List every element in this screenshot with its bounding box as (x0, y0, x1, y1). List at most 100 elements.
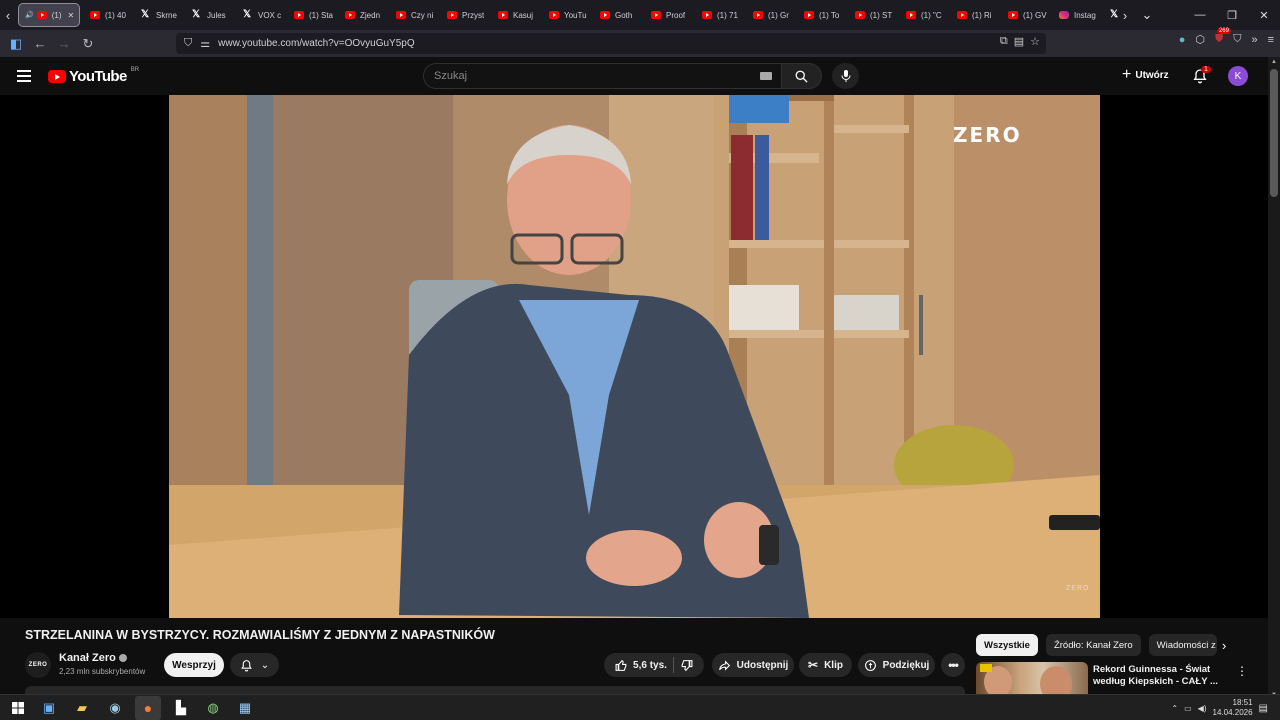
create-button[interactable]: + Utwórz (1122, 67, 1169, 83)
chevron-down-icon: ⌄ (260, 659, 270, 671)
network-icon[interactable]: ▭ (1184, 704, 1192, 713)
browser-tab[interactable]: Czy ni (390, 3, 441, 27)
url-text[interactable]: www.youtube.com/watch?v=OOvyuGuY5pQ (218, 38, 414, 49)
notification-center-icon[interactable]: ▤ (1259, 703, 1268, 714)
browser-tab[interactable]: (1) "C (900, 3, 951, 27)
close-window-icon[interactable]: ✕ (1248, 0, 1280, 30)
scrollbar-thumb[interactable] (1270, 69, 1278, 197)
windows-start-icon[interactable] (9, 699, 27, 717)
browser-tab[interactable]: Kasuj (492, 3, 543, 27)
restore-icon[interactable]: ❐ (1216, 0, 1248, 30)
channel-name-wrap[interactable]: Kanał Zero (59, 652, 127, 664)
page-scrollbar[interactable]: ▲ ▼ (1268, 57, 1280, 700)
notion-icon[interactable]: ▙ (172, 699, 190, 717)
browser-tab[interactable]: (1) 40 (84, 3, 135, 27)
clock[interactable]: 18:51 14.04.2026 (1213, 698, 1253, 718)
browser-tab[interactable]: (1) Sta (288, 3, 339, 27)
browser-tab[interactable]: (1) Ri (951, 3, 1002, 27)
support-button[interactable]: Wesprzyj (164, 653, 224, 677)
browser-tab[interactable]: 𝕏 VOX c (237, 3, 288, 27)
speaker-icon[interactable]: 🔊 (25, 11, 34, 19)
browser-tab[interactable]: Zjedn (339, 3, 390, 27)
thumbnail-image (980, 664, 1072, 694)
share-button[interactable]: Udostępnij (712, 653, 794, 677)
chip-news[interactable]: Wiadomości z (1148, 634, 1217, 656)
overflow-chevron-icon[interactable]: » (1251, 34, 1257, 46)
reader-view-icon[interactable]: ▤ (1014, 35, 1024, 48)
search-input[interactable] (423, 63, 781, 89)
tabs-scroll-left-icon[interactable]: ‹ (0, 0, 16, 30)
volume-icon[interactable]: ◀) (1198, 704, 1207, 713)
browser-tab[interactable]: (1) 71 (696, 3, 747, 27)
tab-label: (1) Gr (768, 10, 789, 20)
recommended-title[interactable]: Rekord Guinnessa - Świat według Kiepskic… (1093, 664, 1233, 688)
shield-icon[interactable]: ⛉ (184, 37, 192, 50)
video-frame[interactable]: ZERO (169, 95, 1100, 618)
clock-date: 14.04.2026 (1212, 708, 1253, 717)
address-bar[interactable]: ⛉ ⚌ www.youtube.com/watch?v=OOvyuGuY5pQ … (176, 33, 1046, 54)
scroll-up-arrow-icon[interactable]: ▲ (1271, 59, 1277, 65)
kebab-menu-icon[interactable]: ⋮ (1236, 664, 1248, 678)
thumbs-down-icon[interactable] (680, 659, 693, 672)
extension-globe-icon[interactable]: ● (1179, 34, 1186, 46)
firefox-icon[interactable]: ● (135, 696, 161, 720)
extensions-puzzle-icon[interactable]: ⬡ (1195, 33, 1205, 46)
chips-next-chevron-icon[interactable]: › (1222, 638, 1226, 653)
search-button[interactable] (781, 63, 822, 89)
globe-app-icon[interactable]: ◍ (204, 699, 222, 717)
channel-avatar[interactable]: ZERO (25, 652, 51, 678)
tabs-scroll-right-icon[interactable]: › (1117, 0, 1133, 30)
monitor-app-icon[interactable]: ▣ (40, 699, 58, 717)
steam-icon[interactable]: ◉ (106, 699, 124, 717)
hamburger-menu-icon[interactable] (17, 70, 31, 82)
chip-all[interactable]: Wszystkie (976, 634, 1038, 656)
more-actions-button[interactable]: ••• (941, 653, 965, 677)
browser-tab[interactable]: 🔊 (1) ✕ (18, 3, 80, 27)
permissions-icon[interactable]: ⚌ (200, 37, 210, 50)
thanks-button[interactable]: Podziękuj (858, 653, 935, 677)
minimize-icon[interactable]: — (1184, 0, 1216, 30)
youtube-play-icon (48, 70, 66, 83)
description-box[interactable] (25, 686, 965, 694)
voice-search-button[interactable] (832, 63, 859, 89)
tab-label: Instag (1074, 10, 1096, 20)
browser-tab[interactable]: 𝕏 Jules (186, 3, 237, 27)
chip-source-channel[interactable]: Źródło: Kanał Zero (1045, 634, 1141, 656)
sidebar-toggle-icon[interactable]: ◧ (4, 32, 28, 56)
browser-tab[interactable]: Proof (645, 3, 696, 27)
tab-list-chevron-icon[interactable]: ⌄ (1140, 0, 1154, 30)
file-explorer-icon[interactable]: ▰ (73, 699, 91, 717)
channel-name[interactable]: Kanał Zero (59, 652, 116, 664)
close-tab-icon[interactable]: ✕ (68, 11, 75, 20)
keyboard-icon[interactable] (760, 72, 772, 80)
subscription-notifications-button[interactable]: ⌄ (230, 653, 279, 677)
recommended-title-line2: według Kiepskich - CAŁY ... (1093, 676, 1218, 687)
like-button[interactable]: 5,6 tys. (615, 659, 667, 672)
browser-tab[interactable]: (1) ST (849, 3, 900, 27)
browser-tab[interactable]: (1) GV (1002, 3, 1053, 27)
bookmark-star-icon[interactable]: ☆ (1030, 35, 1040, 48)
youtube-logo[interactable]: YouTube BR (48, 67, 139, 85)
app-menu-icon[interactable]: ≡ (1268, 34, 1274, 46)
tray-expand-icon[interactable]: ⌃ (1171, 704, 1178, 713)
browser-tab[interactable]: (1) Gr (747, 3, 798, 27)
account-avatar[interactable]: K (1228, 66, 1248, 86)
picture-in-picture-icon[interactable]: ⧉ (1000, 35, 1008, 48)
tab-label: Skrne (156, 10, 177, 20)
browser-tab[interactable]: 𝕏 Skrne (135, 3, 186, 27)
privacy-shield-icon[interactable]: ⛉ (1233, 33, 1241, 46)
clip-button[interactable]: ✂ Klip (799, 653, 852, 677)
browser-tab[interactable]: Przyst (441, 3, 492, 27)
browser-tab[interactable]: Goth (594, 3, 645, 27)
calculator-icon[interactable]: ▦ (236, 699, 254, 717)
browser-tab[interactable]: (1) To (798, 3, 849, 27)
browser-tab[interactable]: Instag (1053, 3, 1104, 27)
video-player[interactable]: ZERO ZERO (0, 95, 1268, 618)
back-arrow-icon[interactable]: ← (28, 32, 52, 56)
recommended-thumbnail[interactable] (976, 662, 1088, 694)
recommended-video[interactable]: Rekord Guinnessa - Świat według Kiepskic… (976, 662, 1251, 694)
ublock-icon[interactable]: ⛊ 269 (1215, 28, 1231, 46)
forward-arrow-icon[interactable]: → (52, 32, 76, 56)
browser-tab[interactable]: YouTu (543, 3, 594, 27)
reload-icon[interactable]: ↻ (76, 32, 100, 56)
